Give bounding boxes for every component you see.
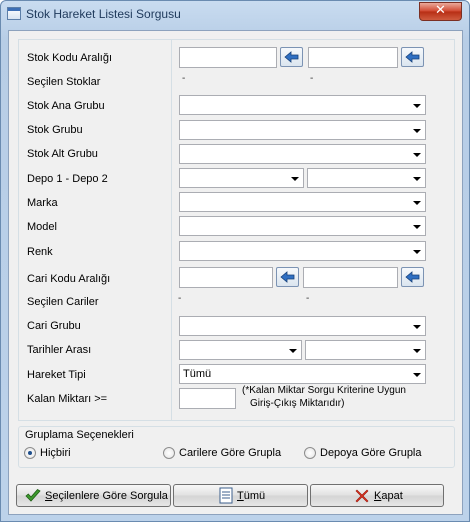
arrow-left-icon	[280, 271, 295, 283]
secilen-stoklar-label: Seçilen Stoklar	[27, 76, 101, 88]
filter-panel: Stok Kodu Aralığı Seçilen Stoklar - - St…	[18, 39, 455, 421]
marka-select[interactable]	[179, 192, 426, 212]
stok-grubu-select[interactable]	[179, 120, 426, 140]
marka-label: Marka	[27, 197, 58, 209]
window-close-button[interactable]: ✕	[419, 2, 462, 21]
tarih-baslangic-select[interactable]	[179, 340, 302, 360]
chevron-down-icon	[413, 349, 421, 353]
window-title: Stok Hareket Listesi Sorgusu	[26, 7, 181, 21]
model-select[interactable]	[179, 216, 426, 236]
chevron-down-icon	[291, 177, 299, 181]
hareket-tipi-value: Tümü	[183, 368, 212, 380]
chevron-down-icon	[413, 153, 421, 157]
all-button-label: Tümü	[237, 490, 266, 502]
app-window-icon	[7, 7, 21, 20]
grouping-options-group: Gruplama Seçenekleri Hiçbiri Carilere Gö…	[18, 426, 455, 468]
depo-label: Depo 1 - Depo 2	[27, 173, 108, 185]
radio-hicbiri-label: Hiçbiri	[40, 447, 71, 459]
arrow-left-icon	[405, 51, 420, 63]
radio-indicator[interactable]	[24, 447, 36, 459]
radio-carilere-gore-label: Carilere Göre Grupla	[179, 447, 282, 459]
cari-kodu-start-pick-button[interactable]	[276, 267, 299, 287]
hareket-tipi-select[interactable]: Tümü	[179, 364, 426, 384]
label-divider	[171, 40, 172, 420]
stok-kodu-start-input[interactable]	[179, 47, 277, 68]
tarih-bitis-select[interactable]	[305, 340, 426, 360]
secilen-cariler-value-2: -	[306, 293, 310, 304]
chevron-down-icon	[413, 177, 421, 181]
radio-indicator[interactable]	[304, 447, 316, 459]
kalan-miktar-note-line-2: Giriş-Çıkış Miktarıdır)	[250, 398, 345, 409]
stok-kodu-label: Stok Kodu Aralığı	[27, 52, 112, 64]
arrow-left-icon	[284, 51, 299, 63]
model-label: Model	[27, 221, 57, 233]
red-x-icon	[355, 489, 369, 503]
stok-ana-grubu-label: Stok Ana Grubu	[27, 100, 105, 112]
hareket-tipi-label: Hareket Tipi	[27, 369, 86, 381]
cari-grubu-select[interactable]	[179, 316, 426, 336]
dialog-window: Stok Hareket Listesi Sorgusu ✕ Stok Kodu…	[0, 0, 470, 522]
secilen-cariler-label: Seçilen Cariler	[27, 296, 99, 308]
secilen-stoklar-value-2: -	[310, 73, 314, 84]
cari-kodu-end-pick-button[interactable]	[401, 267, 424, 287]
chevron-down-icon	[413, 225, 421, 229]
chevron-down-icon	[413, 201, 421, 205]
stok-kodu-end-pick-button[interactable]	[401, 47, 424, 67]
kalan-miktar-note-line-1: (*Kalan Miktar Sorgu Kriterine Uygun	[242, 385, 406, 396]
stok-kodu-start-pick-button[interactable]	[280, 47, 303, 67]
radio-indicator[interactable]	[163, 447, 175, 459]
depo-2-select[interactable]	[307, 168, 426, 188]
chevron-down-icon	[413, 129, 421, 133]
chevron-down-icon	[413, 104, 421, 108]
cari-grubu-label: Cari Grubu	[27, 320, 81, 332]
stok-ana-grubu-select[interactable]	[179, 95, 426, 115]
renk-label: Renk	[27, 246, 53, 258]
radio-depoya-gore-label: Depoya Göre Grupla	[320, 447, 422, 459]
all-button[interactable]: Tümü	[173, 484, 308, 507]
kalan-miktar-label: Kalan Miktarı >=	[27, 393, 108, 405]
secilen-cariler-value-1: -	[178, 293, 182, 304]
stok-kodu-end-input[interactable]	[308, 47, 398, 68]
document-icon	[219, 487, 233, 504]
arrow-left-icon	[405, 271, 420, 283]
cari-kodu-label: Cari Kodu Aralığı	[27, 273, 111, 285]
kalan-miktar-input[interactable]	[179, 388, 236, 409]
renk-select[interactable]	[179, 241, 426, 261]
title-bar[interactable]: Stok Hareket Listesi Sorgusu ✕	[1, 1, 469, 27]
tarihler-label: Tarihler Arası	[27, 344, 92, 356]
stok-alt-grubu-label: Stok Alt Grubu	[27, 148, 98, 160]
cari-kodu-start-input[interactable]	[179, 267, 273, 288]
depo-1-select[interactable]	[179, 168, 304, 188]
stok-alt-grubu-select[interactable]	[179, 144, 426, 164]
grouping-options-title: Gruplama Seçenekleri	[24, 429, 135, 441]
query-selected-button-label: Seçilenlere Göre Sorgula	[45, 490, 168, 502]
chevron-down-icon	[413, 325, 421, 329]
secilen-stoklar-value-1: -	[182, 73, 186, 84]
close-button[interactable]: Kapat	[310, 484, 444, 507]
query-selected-button[interactable]: Seçilenlere Göre Sorgula	[16, 484, 171, 507]
dialog-client-area: Stok Kodu Aralığı Seçilen Stoklar - - St…	[8, 30, 463, 515]
stok-grubu-label: Stok Grubu	[27, 124, 83, 136]
check-icon	[25, 488, 41, 502]
chevron-down-icon	[289, 349, 297, 353]
cari-kodu-end-input[interactable]	[303, 267, 398, 288]
chevron-down-icon	[413, 373, 421, 377]
chevron-down-icon	[413, 250, 421, 254]
close-button-label: Kapat	[374, 490, 403, 502]
